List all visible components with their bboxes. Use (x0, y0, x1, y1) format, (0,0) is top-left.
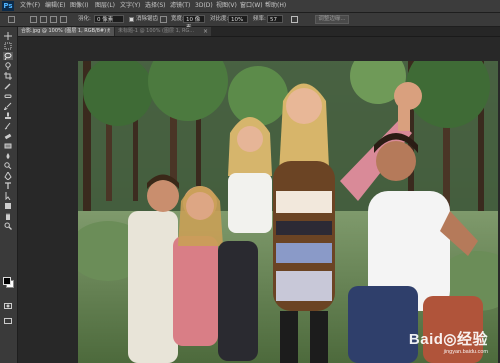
foreground-color-swatch[interactable] (3, 277, 11, 285)
menu-image[interactable]: 图像(I) (70, 0, 88, 12)
canvas-area[interactable]: Baid◎经验 jingyan.baidu.com (18, 37, 500, 363)
refine-edge-button[interactable]: 调整边缘... (315, 15, 349, 24)
tools-panel (0, 27, 18, 363)
clone-stamp-tool-icon[interactable] (3, 112, 13, 120)
photoshop-logo: Ps (2, 1, 14, 11)
contrast-input[interactable]: 10% (228, 15, 248, 23)
options-bar: 羽化: 0 像素 消除锯齿 宽度: 10 像素 对比度: 10% 频率: 57 … (0, 13, 500, 31)
frequency-input[interactable]: 57 (267, 15, 283, 23)
move-tool-icon[interactable] (3, 32, 13, 40)
width-label: 宽度: (171, 16, 184, 22)
width-input[interactable]: 10 像素 (183, 15, 205, 31)
path-selection-tool-icon[interactable] (3, 192, 13, 200)
close-icon[interactable]: × (203, 27, 208, 36)
menu-3d[interactable]: 3D(D) (195, 0, 213, 12)
frequency-label: 频率: (253, 16, 266, 22)
watermark-logo-text: Baid◎经验 (408, 331, 488, 348)
zoom-tool-icon[interactable] (3, 222, 13, 230)
tablet-pressure-icon[interactable] (160, 16, 167, 23)
lasso-preset-icon[interactable] (8, 16, 15, 23)
feather-input[interactable]: 0 像素 (94, 15, 124, 23)
intersect-selection-icon[interactable] (60, 16, 67, 23)
baidu-jingyan-watermark: Baid◎经验 jingyan.baidu.com (409, 328, 488, 355)
add-selection-icon[interactable] (40, 16, 47, 23)
menu-layer[interactable]: 图层(L) (95, 0, 115, 12)
menu-help[interactable]: 帮助(H) (265, 0, 286, 12)
antialias-checkbox[interactable] (129, 17, 134, 22)
tab-label: 未标题-1 @ 100% (图层 1, RG... (118, 28, 195, 34)
contrast-label: 对比度: (210, 16, 229, 22)
pen-tool-icon[interactable] (3, 172, 13, 180)
group-photo: Baid◎经验 jingyan.baidu.com (78, 61, 498, 363)
type-tool-icon[interactable] (3, 182, 13, 190)
tab-active-document[interactable]: 合影.jpg @ 100% (图层 1, RGB/8#) * × (18, 27, 114, 36)
menu-type[interactable]: 文字(Y) (120, 0, 140, 12)
tab-untitled-document[interactable]: 未标题-1 @ 100% (图层 1, RG... × (115, 27, 211, 36)
crop-tool-icon[interactable] (3, 72, 13, 80)
gradient-tool-icon[interactable] (3, 142, 13, 150)
tab-label: 合影.jpg @ 100% (图层 1, RGB/8#) * (21, 28, 111, 34)
healing-brush-tool-icon[interactable] (3, 92, 13, 100)
menu-select[interactable]: 选择(S) (145, 0, 166, 12)
subtract-selection-icon[interactable] (50, 16, 57, 23)
new-selection-icon[interactable] (30, 16, 37, 23)
menu-filter[interactable]: 滤镜(T) (170, 0, 190, 12)
marquee-tool-icon[interactable] (3, 42, 13, 50)
brush-tool-icon[interactable] (3, 102, 13, 110)
menu-bar: Ps 文件(F) 编辑(E) 图像(I) 图层(L) 文字(Y) 选择(S) 滤… (0, 0, 500, 13)
close-icon[interactable]: × (106, 27, 111, 36)
feather-label: 羽化: (78, 16, 91, 22)
screen-mode-icon[interactable] (3, 317, 13, 325)
hand-tool-icon[interactable] (3, 212, 13, 220)
document-tab-bar: 合影.jpg @ 100% (图层 1, RGB/8#) * × 未标题-1 @… (18, 27, 500, 37)
menu-window[interactable]: 窗口(W) (240, 0, 263, 12)
quick-selection-tool-icon[interactable] (3, 62, 13, 70)
group-photo-illustration (78, 61, 498, 363)
quick-mask-icon[interactable] (3, 302, 13, 310)
shape-tool-icon[interactable] (3, 202, 13, 210)
pen-pressure-icon[interactable] (291, 16, 298, 23)
watermark-url: jingyan.baidu.com (443, 349, 488, 355)
magnetic-lasso-tool-icon[interactable] (3, 52, 13, 60)
eyedropper-tool-icon[interactable] (3, 82, 13, 90)
history-brush-tool-icon[interactable] (3, 122, 13, 130)
dodge-tool-icon[interactable] (3, 162, 13, 170)
menu-view[interactable]: 视图(V) (216, 0, 237, 12)
menu-edit[interactable]: 编辑(E) (45, 0, 65, 12)
menu-file[interactable]: 文件(F) (20, 0, 40, 12)
blur-tool-icon[interactable] (3, 152, 13, 160)
antialias-label: 消除锯齿 (136, 16, 159, 22)
eraser-tool-icon[interactable] (3, 132, 13, 140)
